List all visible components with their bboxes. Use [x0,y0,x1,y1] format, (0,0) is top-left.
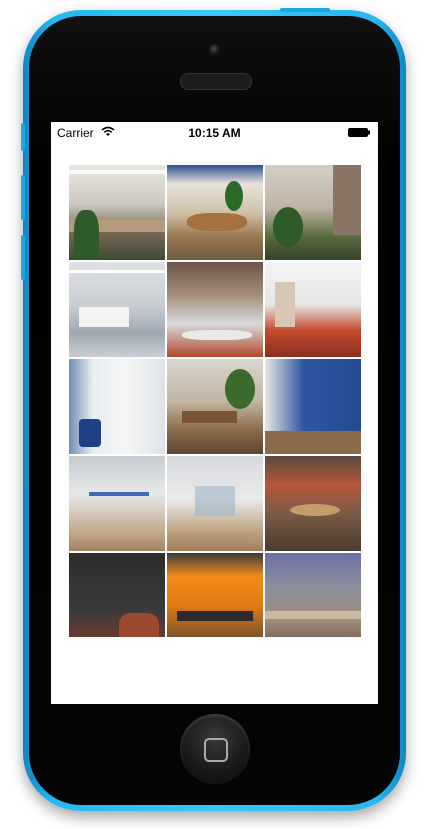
status-bar: Carrier 10:15 AM [51,122,378,144]
photo-tile[interactable] [265,553,361,637]
volume-down-button [21,235,25,280]
mute-switch [21,123,25,151]
photo-tile[interactable] [69,456,165,551]
photo-tile[interactable] [167,359,263,454]
battery-icon [348,128,370,137]
photo-tile[interactable] [167,165,263,260]
volume-up-button [21,175,25,220]
photo-tile[interactable] [69,553,165,637]
photo-tile[interactable] [69,262,165,357]
photo-tile[interactable] [69,165,165,260]
earpiece-speaker [180,73,252,90]
front-camera-icon [209,44,221,56]
photo-tile[interactable] [265,456,361,551]
photo-tile[interactable] [69,359,165,454]
sleep-wake-button [280,8,330,12]
app-screen: Carrier 10:15 AM [51,122,378,704]
photo-grid [69,165,361,637]
photo-tile[interactable] [167,456,263,551]
photo-tile[interactable] [167,553,263,637]
photo-tile[interactable] [265,359,361,454]
photo-tile[interactable] [265,262,361,357]
home-button-icon[interactable] [180,714,250,784]
home-square-icon [204,738,228,762]
status-time: 10:15 AM [188,126,241,140]
photo-tile[interactable] [167,262,263,357]
photo-tile[interactable] [265,165,361,260]
